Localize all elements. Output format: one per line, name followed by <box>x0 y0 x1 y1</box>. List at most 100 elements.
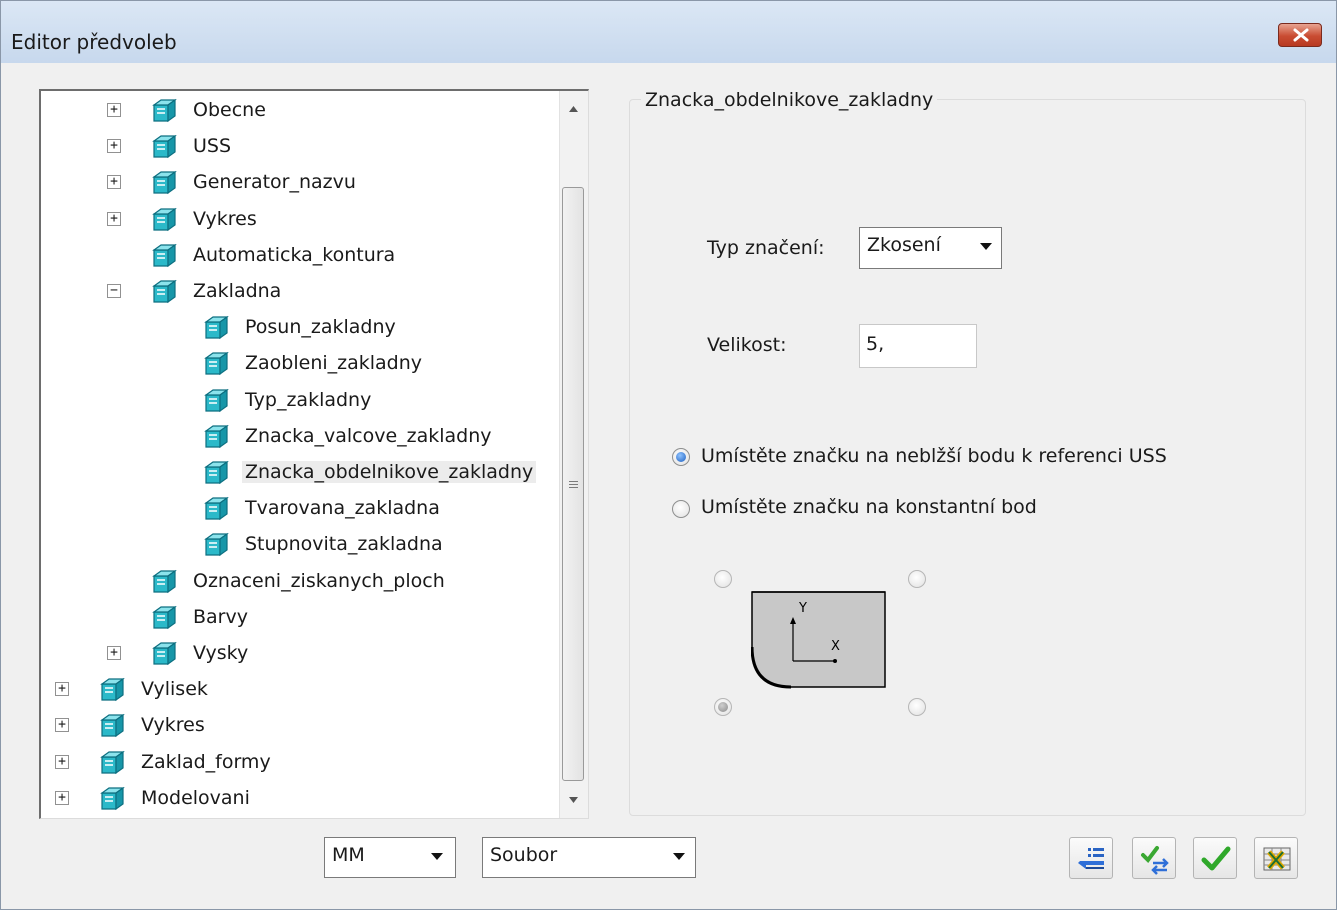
corner-radio-bottom-right[interactable] <box>908 698 926 716</box>
scroll-up-button[interactable] <box>560 91 587 127</box>
transfer-button[interactable] <box>1132 837 1176 879</box>
tree-item-label[interactable]: Modelovani <box>138 787 253 809</box>
tree-item[interactable]: + Vylisek <box>41 673 561 707</box>
tree-item[interactable]: Znacka_obdelnikove_zakladny <box>41 456 561 490</box>
grip-line <box>569 487 578 488</box>
close-button[interactable] <box>1278 23 1322 47</box>
tree-item[interactable]: Tvarovana_zakladna <box>41 492 561 526</box>
import-list-icon <box>1078 848 1104 869</box>
grip-line <box>569 481 578 482</box>
radio-nearest-point-label[interactable]: Umístěte značku na neblžší bodu k refere… <box>701 445 1167 467</box>
tree-item[interactable]: Barvy <box>41 601 561 635</box>
expand-icon[interactable]: + <box>107 646 121 660</box>
expand-icon[interactable]: + <box>55 790 69 805</box>
tree-item-label[interactable]: Zakladna <box>190 280 284 302</box>
size-input[interactable]: 5, <box>859 324 977 368</box>
tree-item[interactable]: Automaticka_kontura <box>41 239 561 273</box>
tree-item-label[interactable]: Typ_zakladny <box>242 389 374 411</box>
folder-cube-icon <box>151 278 179 304</box>
source-value: Soubor <box>490 844 558 866</box>
excel-export-icon <box>1263 847 1291 871</box>
expand-icon[interactable]: + <box>55 682 69 697</box>
radio-constant-point-label[interactable]: Umístěte značku na konstantní bod <box>701 496 1037 518</box>
folder-cube-icon <box>151 97 179 123</box>
tree-item-label[interactable]: Generator_nazvu <box>190 171 359 193</box>
collapse-icon[interactable]: − <box>107 284 121 298</box>
expand-icon[interactable]: + <box>107 139 121 154</box>
folder-cube-icon <box>203 387 231 413</box>
transfer-icon <box>1141 846 1169 875</box>
folder-cube-icon <box>99 712 127 738</box>
tree-item-label[interactable]: USS <box>190 135 234 157</box>
scroll-down-button[interactable] <box>560 782 587 818</box>
tree-item-label[interactable]: Tvarovana_zakladna <box>242 497 443 519</box>
marking-type-dropdown[interactable]: Zkosení <box>859 227 1002 269</box>
corner-radio-top-right[interactable] <box>908 570 926 588</box>
tree-item[interactable]: + Vykres <box>41 203 561 237</box>
folder-cube-icon <box>203 495 231 521</box>
tree-item-label[interactable]: Znacka_valcove_zakladny <box>242 425 495 447</box>
tree-item-label[interactable]: Oznaceni_ziskanych_ploch <box>190 570 448 592</box>
expand-icon[interactable]: + <box>107 211 121 226</box>
expand-icon[interactable]: + <box>55 754 69 769</box>
tree-item[interactable]: Typ_zakladny <box>41 384 561 418</box>
tree-item-label[interactable]: Zaobleni_zakladny <box>242 352 425 374</box>
tree-item-label[interactable]: Posun_zakladny <box>242 316 399 338</box>
tree-item-label[interactable]: Automaticka_kontura <box>190 244 398 266</box>
tree-item[interactable]: Posun_zakladny <box>41 311 561 345</box>
ok-button[interactable] <box>1193 837 1237 879</box>
radio-nearest-point[interactable] <box>672 448 690 466</box>
tree-item[interactable]: + Obecne <box>41 94 561 128</box>
tree-item-label[interactable]: Vylisek <box>138 678 211 700</box>
radio-constant-point[interactable] <box>672 500 690 518</box>
tree-item-label[interactable]: Stupnovita_zakladna <box>242 533 446 555</box>
chevron-down-icon <box>980 243 992 250</box>
marking-type-value: Zkosení <box>867 234 941 256</box>
tree-item[interactable]: + Modelovani <box>41 782 561 816</box>
tree-item-label[interactable]: Zaklad_formy <box>138 751 274 773</box>
corner-radio-bottom-left[interactable] <box>714 698 732 716</box>
chamfer-preview-graphic <box>750 591 886 689</box>
folder-cube-icon <box>151 206 179 232</box>
tree-item[interactable]: + Vykres <box>41 709 561 743</box>
tree-item[interactable]: + Generator_nazvu <box>41 166 561 200</box>
units-dropdown[interactable]: MM <box>324 837 456 878</box>
grip-line <box>569 484 578 485</box>
tree-item[interactable]: Stupnovita_zakladna <box>41 528 561 562</box>
tree-item-label[interactable]: Vykres <box>138 714 208 736</box>
tree-item-label[interactable]: Barvy <box>190 606 251 628</box>
groupbox-title: Znacka_obdelnikove_zakladny <box>641 89 938 111</box>
size-label: Velikost: <box>707 334 787 356</box>
arrow-down-icon <box>569 797 578 803</box>
tree-item-label[interactable]: Obecne <box>190 99 269 121</box>
y-axis-label: Y <box>799 601 807 616</box>
tree-item-label[interactable]: Vysky <box>190 642 251 664</box>
tree-item[interactable]: Oznaceni_ziskanych_ploch <box>41 565 561 599</box>
expand-icon[interactable]: + <box>107 175 121 190</box>
settings-tree[interactable]: + Obecne + USS + Generator_nazvu + Vykres Automa… <box>39 89 589 819</box>
tree-scrollbar[interactable] <box>559 91 588 818</box>
tree-item[interactable]: Znacka_valcove_zakladny <box>41 420 561 454</box>
window-title: Editor předvoleb <box>11 30 177 54</box>
folder-cube-icon <box>151 604 179 630</box>
ok-check-icon <box>1201 846 1231 871</box>
tree-item[interactable]: Zaobleni_zakladny <box>41 347 561 381</box>
source-dropdown[interactable]: Soubor <box>482 837 696 878</box>
expand-icon[interactable]: + <box>55 718 69 733</box>
folder-cube-icon <box>151 640 179 666</box>
tree-item[interactable]: + USS <box>41 130 561 164</box>
expand-icon[interactable]: + <box>107 103 121 117</box>
tree-item-label[interactable]: Znacka_obdelnikove_zakladny <box>242 461 537 483</box>
tree-item[interactable]: − Zakladna <box>41 275 561 309</box>
tree-item-label[interactable]: Vykres <box>190 208 260 230</box>
scroll-thumb[interactable] <box>562 187 584 781</box>
corner-radio-top-left[interactable] <box>714 570 732 588</box>
units-value: MM <box>332 844 365 866</box>
tree-item[interactable]: + Zaklad_formy <box>41 746 561 780</box>
import-button[interactable] <box>1069 837 1113 879</box>
folder-cube-icon <box>203 350 231 376</box>
export-button[interactable] <box>1254 837 1298 879</box>
x-axis-label: X <box>831 639 840 654</box>
chevron-down-icon <box>431 853 443 860</box>
tree-item[interactable]: + Vysky <box>41 637 561 671</box>
